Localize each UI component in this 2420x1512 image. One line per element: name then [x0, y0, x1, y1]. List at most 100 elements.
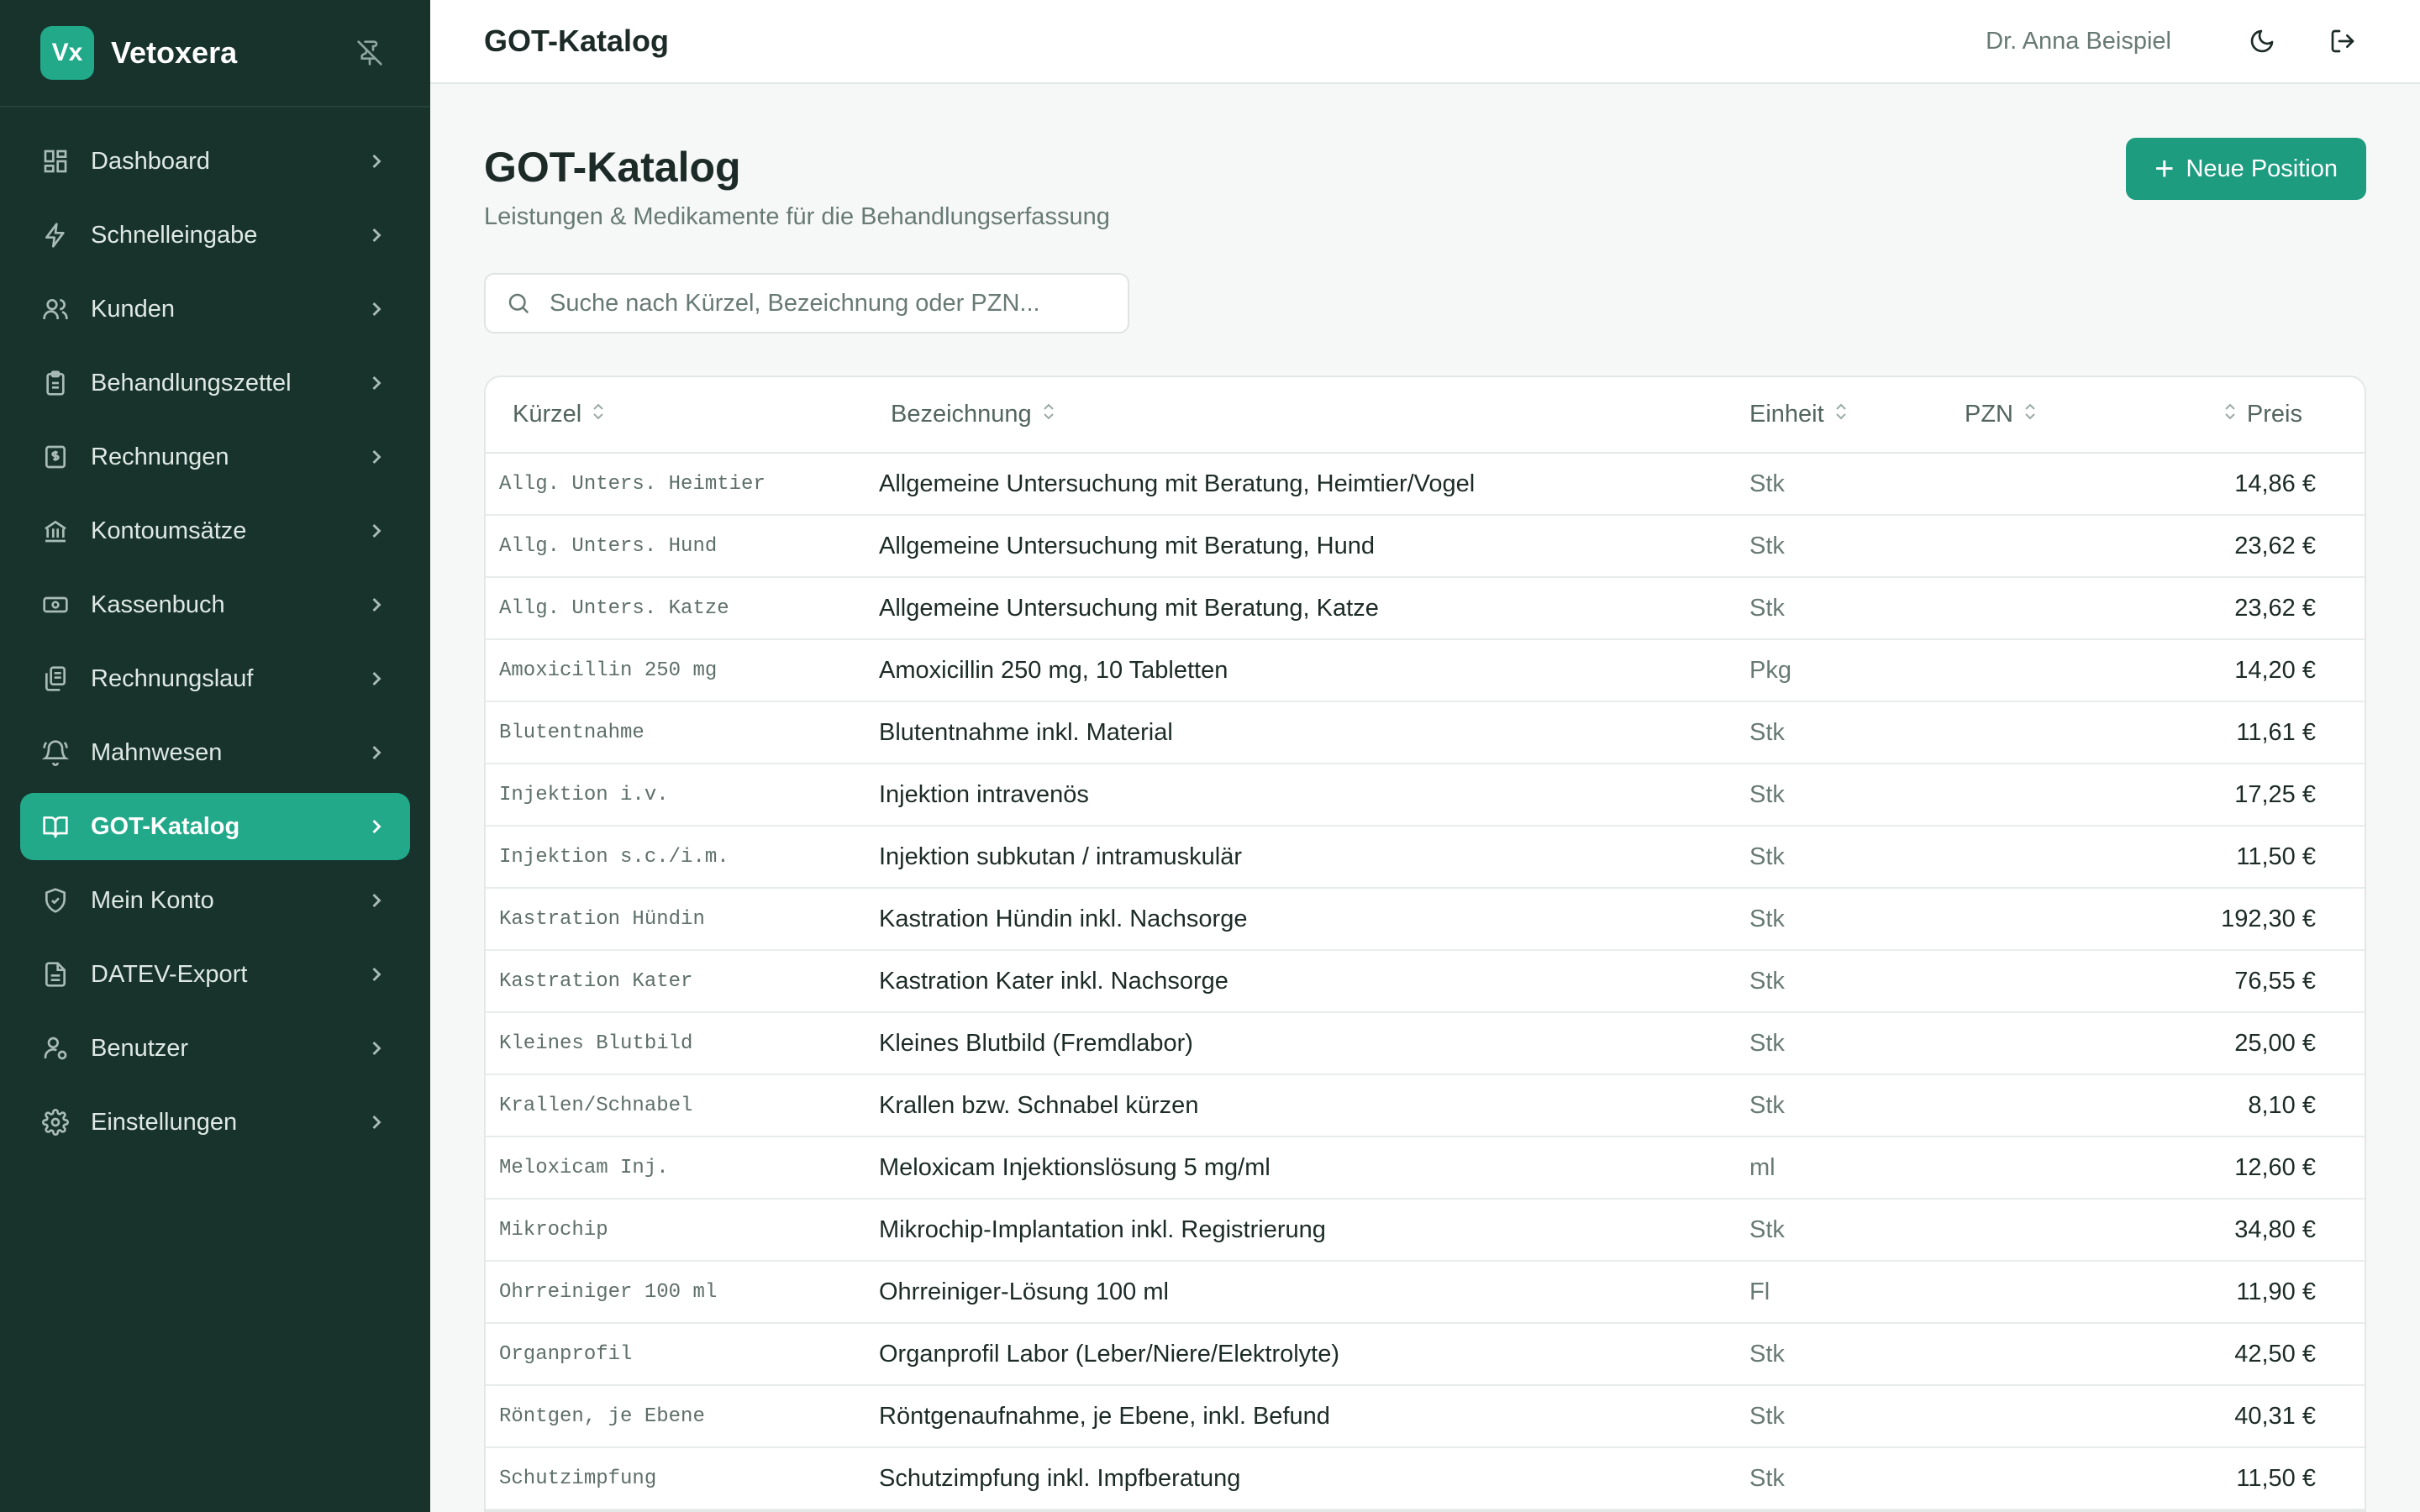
cell-price: 34,80 € — [2175, 1199, 2365, 1262]
cell-code: Kleines Blutbild — [486, 1012, 879, 1075]
sidebar-item-mahnwesen[interactable]: Mahnwesen — [20, 719, 410, 786]
table-row[interactable]: Blutentnahme Blutentnahme inkl. Material S… — [486, 701, 2365, 764]
cell-pzn — [1965, 701, 2175, 764]
cell-code: Amoxicillin 250 mg — [486, 639, 879, 702]
theme-toggle-button[interactable] — [2238, 18, 2286, 65]
table-row[interactable]: Organprofil Organprofil Labor (Leber/Nier… — [486, 1323, 2365, 1386]
chevron-right-icon — [363, 813, 390, 840]
cell-price: 11,50 € — [2175, 826, 2365, 889]
new-position-button[interactable]: + Neue Position — [2126, 138, 2366, 200]
cell-pzn — [1965, 1323, 2175, 1386]
column-header-code[interactable]: Kürzel — [486, 377, 879, 454]
chevron-right-icon — [363, 370, 390, 396]
table-row[interactable]: Injektion s.c./i.m. Injektion subkutan / … — [486, 826, 2365, 889]
cell-pzn — [1965, 1012, 2175, 1075]
sidebar-item-rechnungslauf[interactable]: Rechnungslauf — [20, 645, 410, 712]
column-header-desc[interactable]: Bezeichnung — [879, 377, 1749, 454]
table-row[interactable]: Krallen/Schnabel Krallen bzw. Schnabel kü… — [486, 1074, 2365, 1137]
sidebar-item-rechnungen[interactable]: Rechnungen — [20, 423, 410, 491]
table-row[interactable]: Meloxicam Inj. Meloxicam Injektionslösung… — [486, 1137, 2365, 1200]
cell-unit: Pkg — [1749, 639, 1965, 702]
logout-button[interactable] — [2319, 18, 2366, 65]
table-row[interactable]: Amoxicillin 250 mg Amoxicillin 250 mg, 10… — [486, 639, 2365, 702]
cell-desc: Kastration Hündin inkl. Nachsorge — [879, 888, 1749, 951]
cell-code: Allg. Unters. Heimtier — [486, 453, 879, 516]
sidebar-item-dashboard[interactable]: Dashboard — [20, 128, 410, 195]
table-row[interactable]: Ohrreiniger 100 ml Ohrreiniger-Lösung 100… — [486, 1261, 2365, 1324]
cell-price: 14,86 € — [2175, 453, 2365, 516]
sort-icon — [1833, 401, 1849, 428]
column-header-unit[interactable]: Einheit — [1749, 377, 1965, 454]
column-header-price[interactable]: Preis — [2175, 377, 2365, 454]
chevron-right-icon — [363, 1109, 390, 1136]
sidebar-item-mein-konto[interactable]: Mein Konto — [20, 867, 410, 934]
brand-logo[interactable]: Vx — [40, 26, 94, 80]
cell-unit: Stk — [1749, 577, 1965, 640]
user-name[interactable]: Dr. Anna Beispiel — [1986, 28, 2171, 55]
sidebar-item-got-katalog[interactable]: GOT-Katalog — [20, 793, 410, 860]
sidebar-item-benutzer[interactable]: Benutzer — [20, 1015, 410, 1082]
sidebar-item-datev-export[interactable]: DATEV-Export — [20, 941, 410, 1008]
sidebar-item-label: Dashboard — [91, 147, 210, 175]
sidebar-item-label: Rechnungslauf — [91, 664, 254, 692]
cell-price: 42,50 € — [2175, 1323, 2365, 1386]
cell-code: Allg. Unters. Hund — [486, 515, 879, 578]
bell-icon — [40, 738, 71, 768]
page-heading-group: GOT-Katalog Leistungen & Medikamente für… — [484, 138, 1110, 231]
table-row[interactable]: Allg. Unters. Hund Allgemeine Untersuchun… — [486, 515, 2365, 578]
unpin-sidebar-button[interactable] — [350, 33, 390, 73]
sidebar-item-schnelleingabe[interactable]: Schnelleingabe — [20, 202, 410, 269]
table-row[interactable]: Allg. Unters. Heimtier Allgemeine Untersu… — [486, 453, 2365, 516]
chevron-right-icon — [363, 517, 390, 544]
cell-code: Meloxicam Inj. — [486, 1137, 879, 1200]
cell-code: Kastration Hündin — [486, 888, 879, 951]
sidebar-item-kunden[interactable]: Kunden — [20, 276, 410, 343]
cell-unit: Stk — [1749, 1012, 1965, 1075]
gear-icon — [40, 1107, 71, 1137]
sort-icon — [2022, 401, 2039, 428]
page-title: GOT-Katalog — [484, 144, 741, 191]
cell-desc: Kastration Kater inkl. Nachsorge — [879, 950, 1749, 1013]
cell-desc: Schutzimpfung inkl. Impfberatung — [879, 1447, 1749, 1510]
search-input[interactable] — [550, 289, 1107, 318]
lightning-icon — [40, 220, 71, 250]
table-row[interactable]: Allg. Unters. Katze Allgemeine Untersuchu… — [486, 577, 2365, 640]
table-row[interactable]: Mikrochip Mikrochip-Implantation inkl. Re… — [486, 1199, 2365, 1262]
moon-icon — [2250, 29, 2274, 53]
cell-desc: Allgemeine Untersuchung mit Beratung, He… — [879, 453, 1749, 516]
cell-pzn — [1965, 1199, 2175, 1262]
cell-desc: Injektion intravenös — [879, 764, 1749, 827]
sidebar-item-kassenbuch[interactable]: Kassenbuch — [20, 571, 410, 638]
table-row[interactable]: Röntgen, je Ebene Röntgenaufnahme, je Ebe… — [486, 1385, 2365, 1448]
sidebar-item-einstellungen[interactable]: Einstellungen — [20, 1089, 410, 1156]
catalog-table: Kürzel Bezeichnung Einheit PZN Preis All… — [486, 377, 2365, 1510]
sidebar-nav: Dashboard Schnelleingabe Kunden Behandlu… — [0, 108, 430, 1183]
sidebar-item-label: Einstellungen — [91, 1108, 238, 1136]
cell-price: 11,61 € — [2175, 701, 2365, 764]
cell-desc: Krallen bzw. Schnabel kürzen — [879, 1074, 1749, 1137]
sidebar-item-kontoumsaetze[interactable]: Kontoumsätze — [20, 497, 410, 564]
table-row[interactable]: Schutzimpfung Schutzimpfung inkl. Impfber… — [486, 1447, 2365, 1510]
cell-price: 11,50 € — [2175, 1447, 2365, 1510]
documents-icon — [40, 664, 71, 694]
sidebar-item-label: Benutzer — [91, 1034, 189, 1062]
cell-code: Blutentnahme — [486, 701, 879, 764]
sidebar-item-label: Mein Konto — [91, 886, 214, 914]
search-box[interactable] — [484, 273, 1129, 333]
cell-desc: Allgemeine Untersuchung mit Beratung, Ka… — [879, 577, 1749, 640]
topbar-actions: Dr. Anna Beispiel — [1986, 18, 2366, 65]
chevron-right-icon — [363, 739, 390, 766]
cell-price: 17,25 € — [2175, 764, 2365, 827]
table-row[interactable]: Kastration Hündin Kastration Hündin inkl.… — [486, 888, 2365, 951]
sidebar-item-behandlungszettel[interactable]: Behandlungszettel — [20, 349, 410, 417]
column-header-pzn[interactable]: PZN — [1965, 377, 2175, 454]
table-row[interactable]: Kleines Blutbild Kleines Blutbild (Fremdl… — [486, 1012, 2365, 1075]
table-row[interactable]: Kastration Kater Kastration Kater inkl. N… — [486, 950, 2365, 1013]
table-row[interactable]: Injektion i.v. Injektion intravenös Stk 17,… — [486, 764, 2365, 827]
chevron-right-icon — [363, 444, 390, 470]
brand-name: Vetoxera — [111, 35, 238, 70]
sort-icon — [1040, 401, 1057, 428]
page-subtitle: Leistungen & Medikamente für die Behandl… — [484, 203, 1110, 230]
chevron-right-icon — [363, 222, 390, 249]
sidebar-item-label: Mahnwesen — [91, 738, 223, 766]
